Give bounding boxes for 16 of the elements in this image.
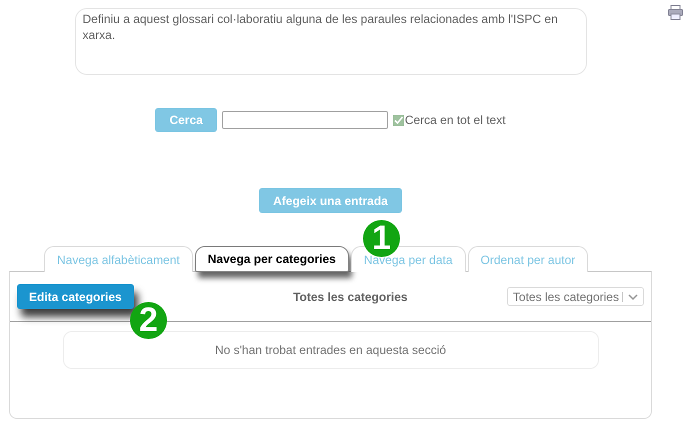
description-text: Definiu a aquest glossari col·laboratiu alguna de les paraules relacionades amb l'ISPC en xarxa.	[74, 8, 586, 75]
tab[interactable]: Ordenat per autor	[468, 246, 588, 272]
printer-icon[interactable]	[668, 5, 683, 20]
edit-categories-button[interactable]: Edita categories	[17, 284, 134, 309]
panel-heading: Totes les categories	[293, 290, 408, 304]
checkbox[interactable]	[392, 114, 404, 126]
add-entry-button[interactable]: Afegeix una entrada	[259, 188, 402, 213]
search-button[interactable]: Cerca	[155, 108, 217, 132]
callout-badge: 1	[363, 220, 400, 257]
search-field[interactable]	[222, 111, 388, 129]
tab[interactable]: Navega per categories	[194, 246, 349, 272]
category-dropdown[interactable]: Totes les categories	[506, 287, 644, 306]
checkbox-label: Cerca en tot el text	[404, 113, 506, 127]
tab[interactable]: Navega alfabèticament	[44, 246, 193, 272]
callout-badge: 2	[130, 302, 167, 339]
empty-message: No s'han trobat entrades en aquesta secció	[62, 331, 598, 369]
